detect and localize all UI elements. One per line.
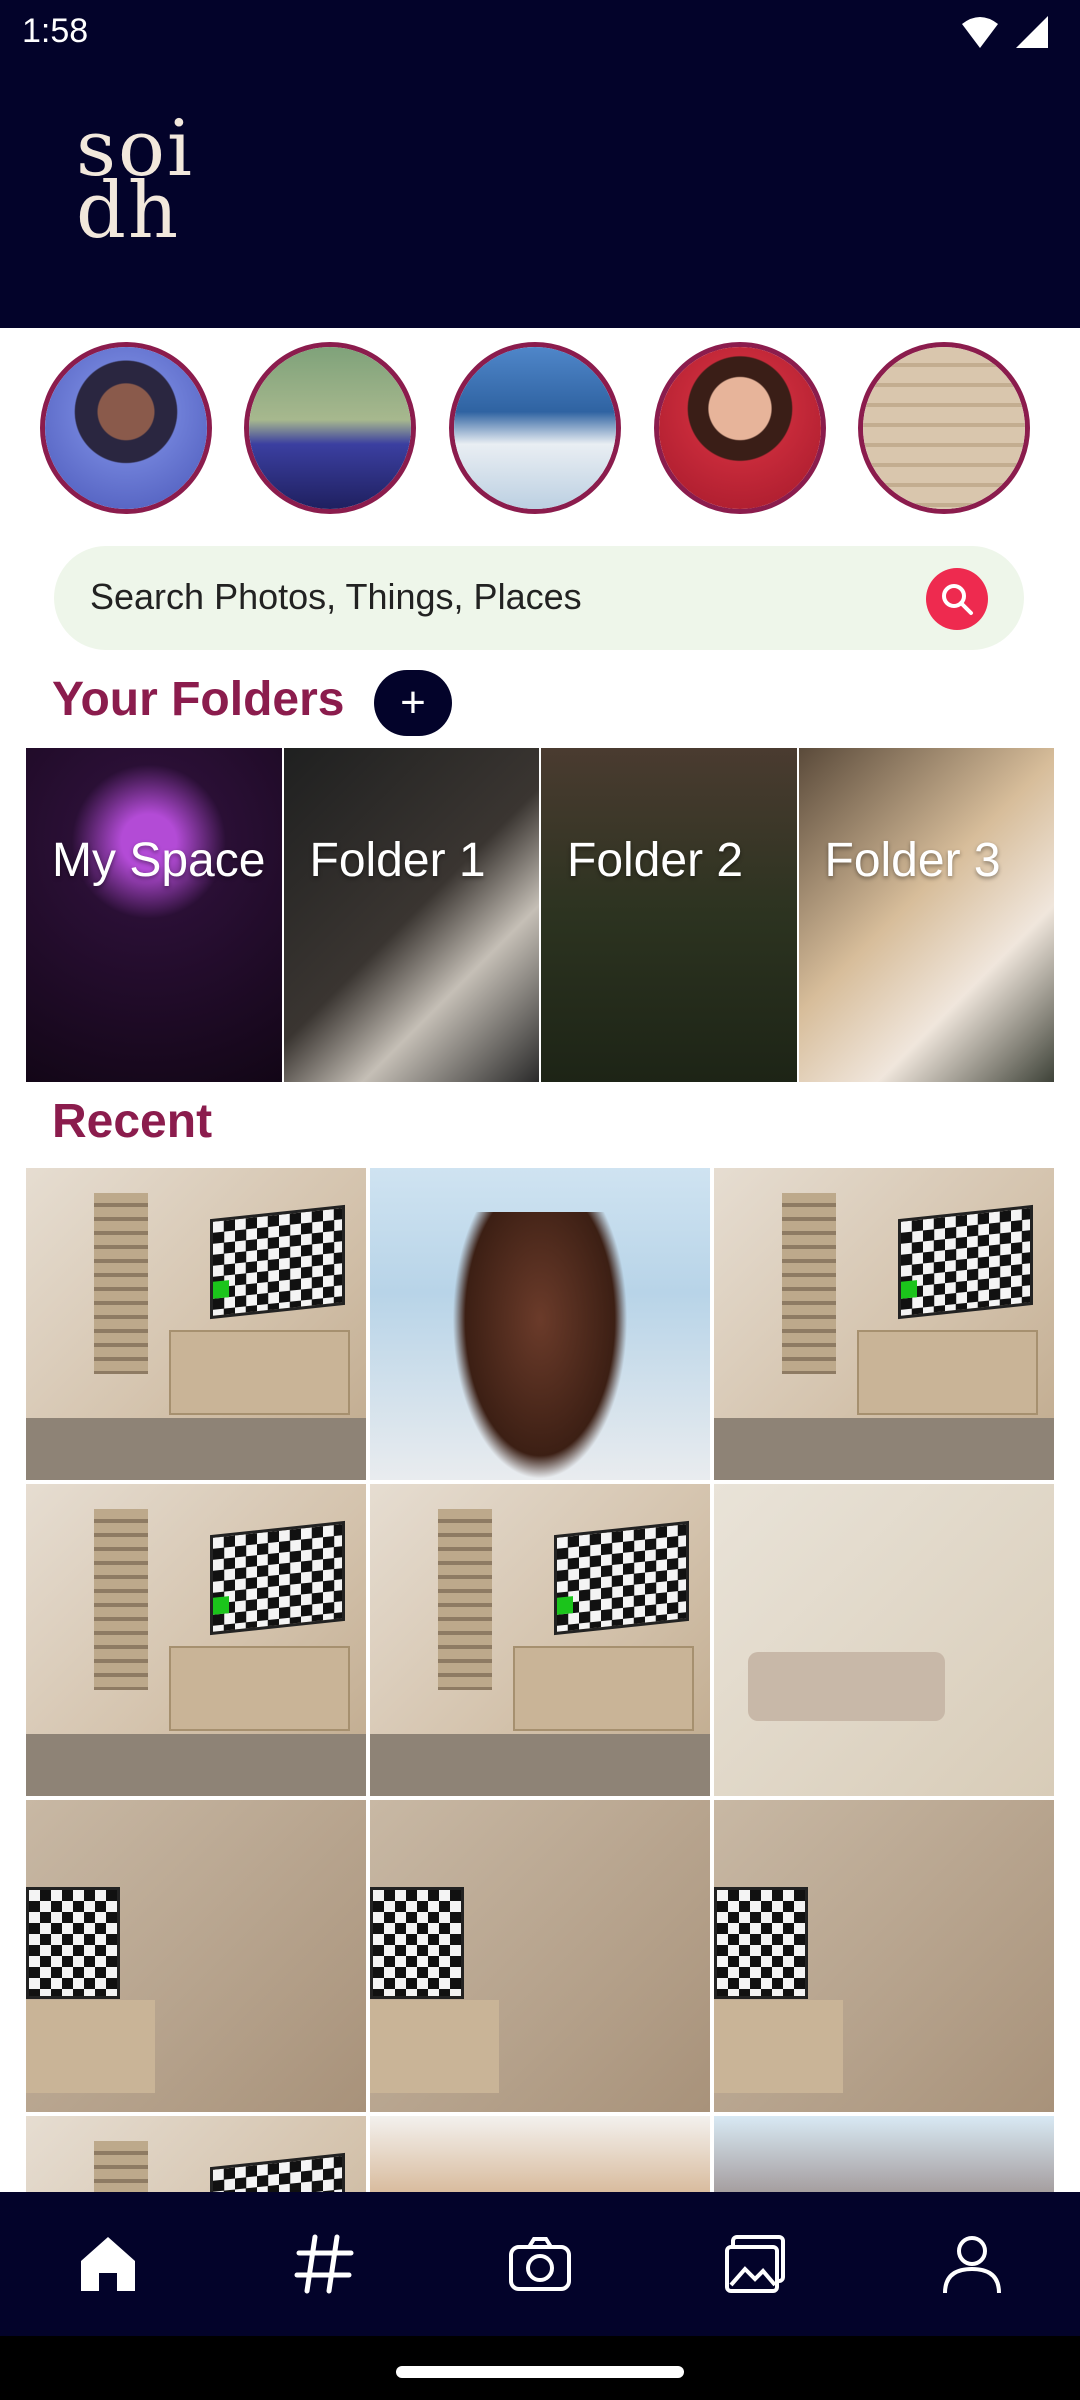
system-gesture-bar [0,2336,1080,2400]
photo-tile[interactable] [26,1484,366,1796]
folder-label: Folder 2 [567,834,744,887]
add-folder-button[interactable]: + [374,670,452,736]
status-time: 1:58 [22,12,89,50]
photo-tile[interactable] [370,1168,710,1480]
folders-section-title: Your Folders [52,673,345,726]
recent-photos-grid [26,1168,1054,2192]
story-avatar-5[interactable] [858,342,1030,514]
gallery-icon [725,2235,785,2293]
photo-tile[interactable] [26,1168,366,1480]
photo-tile[interactable] [714,2116,1054,2192]
photo-tile[interactable] [714,1484,1054,1796]
search-icon [942,584,973,615]
nav-gallery[interactable] [696,2204,816,2324]
nav-home[interactable] [48,2204,168,2324]
story-avatar-1[interactable] [40,342,212,514]
story-avatar-3[interactable] [449,342,621,514]
folders-row: My Space Folder 1 Folder 2 Folder 3 [26,748,1054,1082]
photo-tile[interactable] [714,1168,1054,1480]
bottom-navigation [0,2192,1080,2336]
camera-icon [509,2237,571,2291]
profile-icon [943,2236,1001,2294]
nav-profile[interactable] [912,2204,1032,2324]
search-button[interactable] [926,568,988,630]
story-avatar-4[interactable] [654,342,826,514]
folder-folder-1[interactable]: Folder 1 [283,748,539,1082]
hashtag-icon [294,2234,354,2294]
home-icon [81,2237,135,2291]
photo-tile[interactable] [370,2116,710,2192]
nav-camera[interactable] [480,2204,600,2324]
search-bar[interactable]: Search Photos, Things, Places [54,546,1024,650]
photo-tile[interactable] [370,1800,710,2112]
folder-label: My Space [52,834,266,887]
folder-folder-3[interactable]: Folder 3 [798,748,1054,1082]
photo-tile[interactable] [370,1484,710,1796]
story-avatar-2[interactable] [244,342,416,514]
nav-hashtag[interactable] [264,2204,384,2324]
status-icons [960,14,1050,50]
app-header: soi dh [0,64,1080,328]
recent-section-title: Recent [52,1095,213,1148]
cellular-signal-icon [1016,16,1048,48]
home-gesture-pill[interactable] [396,2366,684,2378]
stories-row [0,328,1080,528]
photo-tile[interactable] [26,2116,366,2192]
wifi-icon [962,17,998,48]
folder-my-space[interactable]: My Space [26,748,282,1082]
photo-tile[interactable] [26,1800,366,2112]
folder-folder-2[interactable]: Folder 2 [541,748,797,1082]
status-bar: 1:58 [0,0,1080,64]
folder-label: Folder 3 [824,834,1001,887]
folder-label: Folder 1 [309,834,486,887]
app-logo: soi dh [76,104,194,256]
search-input[interactable]: Search Photos, Things, Places [90,576,582,618]
photo-tile[interactable] [714,1800,1054,2112]
